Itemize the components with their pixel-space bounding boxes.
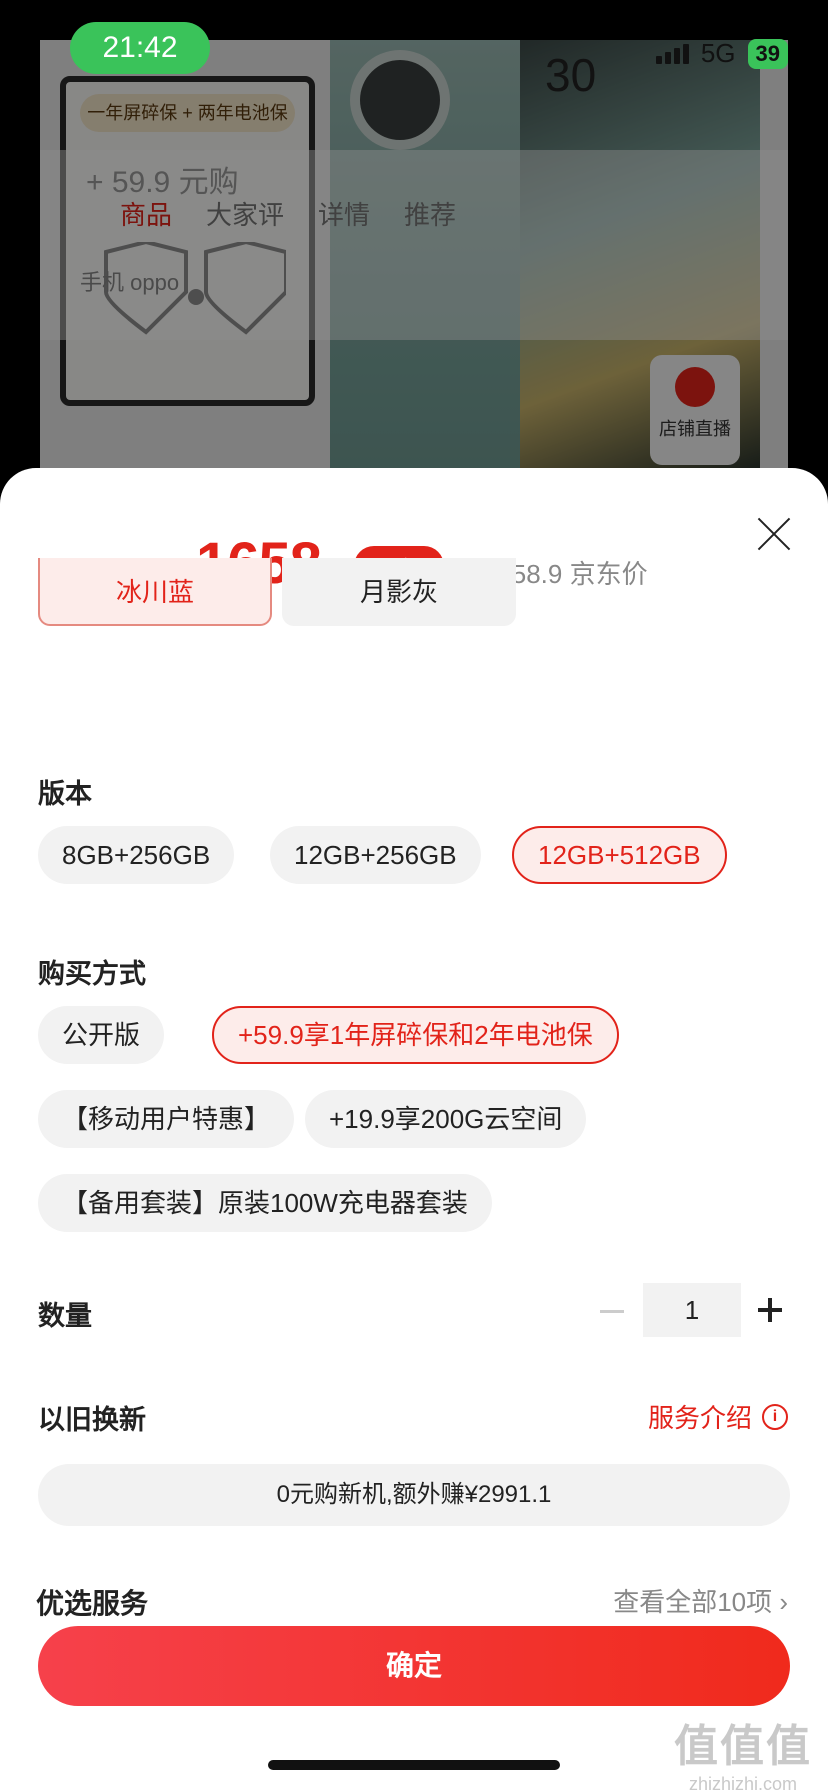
quantity-decrease-button[interactable]	[600, 1310, 624, 1313]
trade-in-banner[interactable]: 0元购新机,额外赚¥2991.1	[38, 1464, 790, 1526]
quantity-input[interactable]: 1	[643, 1283, 741, 1337]
view-all-services-link[interactable]: 查看全部10项 ›	[613, 1582, 788, 1619]
quantity-title-label: 数量	[38, 1301, 92, 1331]
preferred-services-title: 优选服务	[36, 1588, 149, 1619]
purchase-method-title: 购买方式	[38, 959, 146, 989]
status-icons: 5G 39	[655, 38, 788, 69]
service-intro-link[interactable]: 服务介绍 i	[648, 1398, 788, 1435]
purchase-option-mobile-user[interactable]: 【移动用户特惠】	[38, 1090, 295, 1148]
signal-icon	[655, 43, 689, 64]
battery-indicator: 39	[747, 38, 788, 69]
watermark-domain: zhizhizhi.com	[688, 1774, 798, 1792]
color-option-moon-gray[interactable]: 月影灰	[282, 558, 516, 626]
purchase-option-cloud-storage[interactable]: +19.9享200G云空间	[305, 1090, 587, 1148]
status-time: 21:42	[70, 22, 210, 74]
service-intro-label: 服务介绍	[647, 1403, 752, 1433]
quantity-increase-button[interactable]	[758, 1298, 782, 1322]
version-option-12-512[interactable]: 12GB+512GB	[512, 826, 727, 884]
trade-in-title: 以旧换新	[38, 1405, 146, 1435]
info-icon: i	[762, 1403, 788, 1430]
version-option-12-256[interactable]: 12GB+256GB	[270, 826, 481, 884]
purchase-option-screen-battery-care[interactable]: +59.9享1年屏碎保和2年电池保	[212, 1006, 619, 1064]
color-option-glacier-blue[interactable]: 冰川蓝	[38, 558, 272, 626]
site-watermark: 值值值 zhizhizhi.com	[674, 1710, 812, 1792]
watermark-logo: 值值值	[674, 1722, 812, 1771]
confirm-button[interactable]: 确定	[38, 1626, 790, 1706]
version-option-8-256[interactable]: 8GB+256GB	[38, 826, 235, 884]
purchase-option-public[interactable]: 公开版	[38, 1006, 165, 1064]
network-label: 5G	[700, 38, 736, 68]
purchase-option-charger-kit[interactable]: 【备用套装】原装100W充电器套装	[38, 1174, 492, 1232]
version-title: 版本	[38, 779, 92, 809]
home-indicator[interactable]	[268, 1760, 560, 1770]
